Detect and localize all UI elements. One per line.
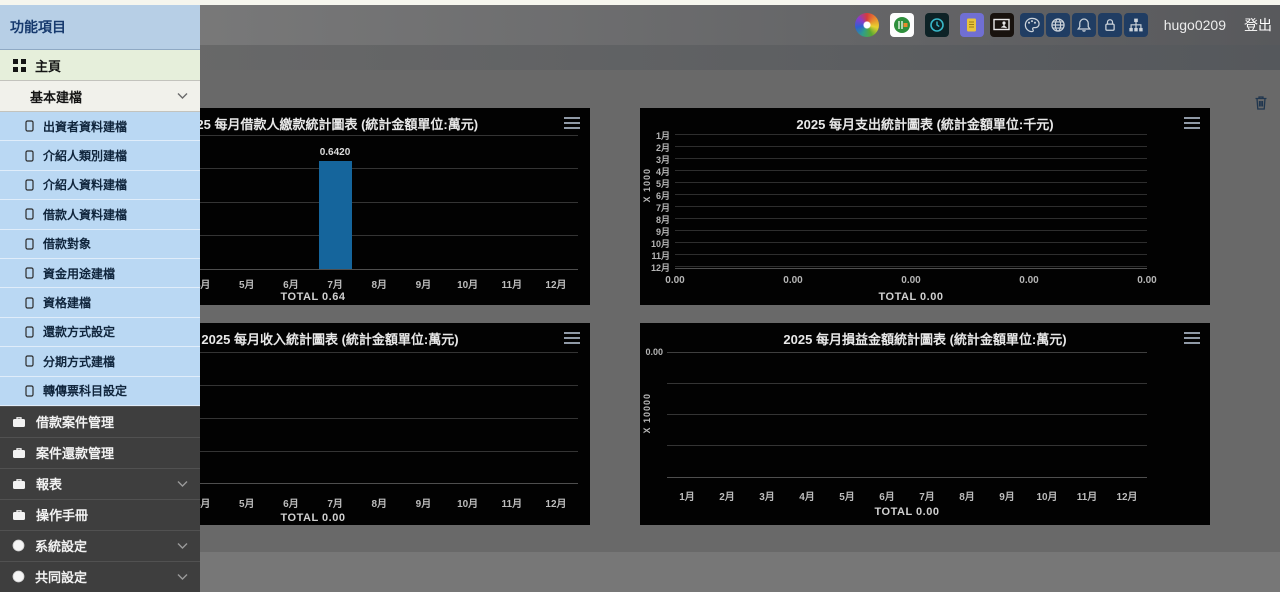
chevron-down-icon [177, 542, 188, 549]
bar-value-label: 0.6420 [295, 147, 375, 158]
bar-july[interactable] [319, 161, 352, 269]
grid-icon [13, 59, 26, 72]
gridline [675, 206, 1147, 207]
form-icon [25, 238, 34, 250]
username[interactable]: hugo0209 [1164, 17, 1226, 33]
sidebar-item-loan-target[interactable]: 借款對象 [0, 230, 200, 259]
hamburger-menu-icon[interactable] [564, 332, 580, 344]
form-icon [25, 297, 34, 309]
sidebar-item-reports[interactable]: 報表 [0, 468, 200, 499]
sidebar-item-repayment-method[interactable]: 還款方式設定 [0, 318, 200, 347]
hamburger-menu-icon[interactable] [1184, 117, 1200, 129]
globe-icon[interactable] [1046, 13, 1070, 37]
sidebar-group-label: 基本建檔 [30, 87, 82, 106]
sidebar-item-home[interactable]: 主頁 [0, 50, 200, 81]
gridline [675, 230, 1147, 231]
briefcase-icon [12, 447, 26, 459]
y-axis-unit: X 10000 [642, 393, 652, 434]
trash-icon[interactable] [1254, 95, 1268, 111]
logout-button[interactable]: 登出 [1244, 15, 1272, 35]
scroll-icon[interactable] [960, 13, 984, 37]
gridline [675, 254, 1147, 255]
sidebar-item-case-repayment-mgmt[interactable]: 案件還款管理 [0, 437, 200, 468]
gridline [675, 170, 1147, 171]
chart-panel-profit: 2025 每月損益金額統計圖表 (統計金額單位:萬元) 0.00 X 10000… [640, 323, 1210, 525]
sidebar-item-qualification[interactable]: 資格建檔 [0, 288, 200, 317]
sidebar-item-label: 主頁 [35, 56, 61, 75]
sidebar-item-loan-case-mgmt[interactable]: 借款案件管理 [0, 406, 200, 437]
chart-panel-expense: 2025 每月支出統計圖表 (統計金額單位:千元) X 1000 1月2月3月4… [640, 108, 1210, 305]
pinwheel-icon[interactable] [855, 13, 879, 37]
sidebar-item-installment-method[interactable]: 分期方式建檔 [0, 347, 200, 376]
sidebar-item-fund-usage[interactable]: 資金用途建檔 [0, 259, 200, 288]
gridline [675, 266, 1147, 267]
sidebar-item-manual[interactable]: 操作手冊 [0, 499, 200, 530]
plot-area [667, 352, 1147, 478]
y-axis-labels: 1月2月3月4月5月6月7月8月9月10月11月12月 [640, 130, 670, 274]
sidebar-title: 功能項目 [0, 5, 200, 50]
gridline [667, 414, 1147, 415]
sidebar-item-borrower-data[interactable]: 借款人資料建檔 [0, 200, 200, 229]
bank-icon[interactable] [890, 13, 914, 37]
palette-icon[interactable] [1020, 13, 1044, 37]
sidebar-item-investor-data[interactable]: 出資者資料建檔 [0, 112, 200, 141]
form-icon [25, 208, 34, 220]
briefcase-icon [12, 509, 26, 521]
gridline [675, 134, 1147, 135]
gridline [675, 146, 1147, 147]
clock-icon[interactable] [925, 13, 949, 37]
form-icon [25, 150, 34, 162]
plot-area [675, 134, 1147, 269]
zero-gridline [667, 352, 1147, 353]
sidebar-item-referrer-data[interactable]: 介紹人資料建檔 [0, 171, 200, 200]
form-icon [25, 355, 34, 367]
gridline [675, 218, 1147, 219]
gridline [667, 445, 1147, 446]
sidebar-item-referrer-category[interactable]: 介紹人類別建檔 [0, 141, 200, 170]
sphere-icon [12, 539, 25, 552]
sidebar: 功能項目 主頁 基本建檔 出資者資料建檔 介紹人類別建檔 介紹人資料建檔 借款人… [0, 5, 200, 592]
briefcase-icon [12, 478, 26, 490]
gridline [667, 383, 1147, 384]
sidebar-item-common-settings[interactable]: 共同設定 [0, 561, 200, 592]
y-axis-zero-tick: 0.00 [640, 347, 663, 357]
briefcase-icon [12, 416, 26, 428]
chevron-down-icon [177, 93, 188, 100]
form-icon [25, 120, 34, 132]
form-icon [25, 326, 34, 338]
chart-title: 2025 每月支出統計圖表 (統計金額單位:千元) [640, 114, 1210, 133]
form-icon [25, 267, 34, 279]
sidebar-item-voucher-subject[interactable]: 轉傳票科目設定 [0, 377, 200, 406]
sphere-icon [12, 570, 25, 583]
chart-title: 2025 每月損益金額統計圖表 (統計金額單位:萬元) [640, 329, 1210, 348]
form-icon [25, 385, 34, 397]
gridline [675, 158, 1147, 159]
gridline [675, 182, 1147, 183]
chevron-down-icon [177, 480, 188, 487]
presentation-icon[interactable] [990, 13, 1014, 37]
chart-total-label: TOTAL 0.00 [675, 291, 1147, 303]
gridline [675, 194, 1147, 195]
sitemap-icon[interactable] [1124, 13, 1148, 37]
sidebar-item-system-settings[interactable]: 系統設定 [0, 530, 200, 561]
chart-total-label: TOTAL 0.00 [667, 506, 1147, 518]
bell-icon[interactable] [1072, 13, 1096, 37]
x-axis-ticks: 0.00 0.00 0.00 0.00 0.00 [675, 275, 1147, 287]
hamburger-menu-icon[interactable] [1184, 332, 1200, 344]
x-axis-labels: 1月2月3月4月5月6月7月8月9月10月11月12月 [667, 488, 1147, 503]
lock-icon[interactable] [1098, 13, 1122, 37]
hamburger-menu-icon[interactable] [564, 117, 580, 129]
sidebar-group-basic[interactable]: 基本建檔 [0, 81, 200, 112]
chevron-down-icon [177, 573, 188, 580]
gridline [675, 242, 1147, 243]
form-icon [25, 179, 34, 191]
